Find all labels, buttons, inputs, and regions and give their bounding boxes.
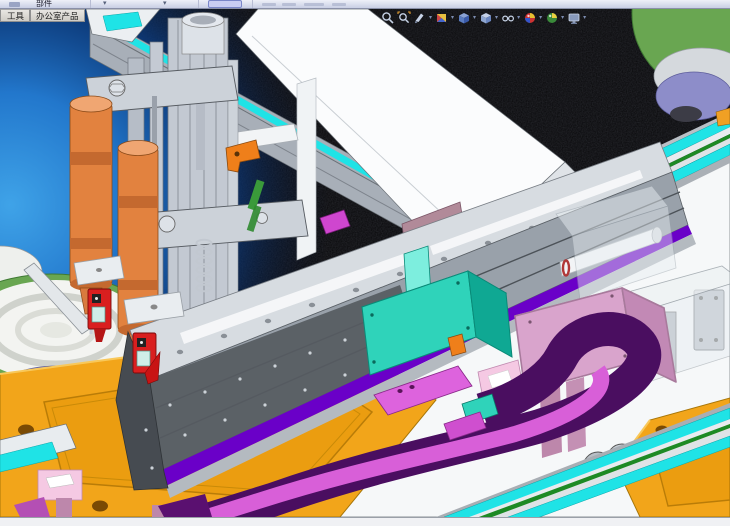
dropdown-caret[interactable]: ▾ (517, 11, 520, 25)
apply-scene-icon[interactable] (545, 11, 559, 25)
ribbon-separator (90, 0, 91, 8)
dropdown-caret[interactable]: ▾ (473, 11, 476, 25)
ribbon-button-fragment[interactable] (262, 3, 276, 6)
dropdown-caret[interactable]: ▾ (451, 11, 454, 25)
section-view-icon[interactable] (435, 11, 449, 25)
dropdown-caret[interactable]: ▾ (103, 0, 107, 8)
dropdown-caret[interactable]: ▾ (583, 11, 586, 25)
headsup-view-toolbar: ▾ ▾ ▾ ▾ ▾ ▾ ▾ ▾ (381, 11, 587, 25)
dropdown-caret[interactable]: ▾ (495, 11, 498, 25)
hide-show-items-icon[interactable] (501, 11, 515, 25)
ribbon-active-button[interactable] (208, 0, 242, 8)
ribbon-button-fragment[interactable] (304, 3, 324, 6)
ribbon-separator (252, 0, 253, 8)
status-bar (0, 517, 730, 526)
viewport-3d[interactable] (0, 0, 730, 526)
dropdown-caret[interactable]: ▾ (429, 11, 432, 25)
cad-application-window: 部件 ▾ ▾ 工具 办公室产品 ▾ ▾ ▾ ▾ (0, 0, 730, 526)
dropdown-caret[interactable]: ▾ (539, 11, 542, 25)
ribbon-button-fragment[interactable] (282, 3, 296, 6)
dropdown-caret[interactable]: ▾ (163, 0, 167, 8)
commandmanager-tabs: 工具 办公室产品 (0, 9, 85, 22)
tab-tools[interactable]: 工具 (0, 9, 30, 22)
ribbon-button-icon[interactable] (9, 2, 20, 7)
ribbon-button-fragment[interactable] (332, 3, 346, 6)
ribbon-strip: 部件 ▾ ▾ (0, 0, 730, 9)
display-style-icon[interactable] (479, 11, 493, 25)
dropdown-caret[interactable]: ▾ (561, 11, 564, 25)
tab-office-products[interactable]: 办公室产品 (30, 9, 85, 22)
zoom-to-area-icon[interactable] (397, 11, 411, 25)
edit-appearance-icon[interactable] (523, 11, 537, 25)
previous-view-icon[interactable] (413, 11, 427, 25)
view-orientation-icon[interactable] (457, 11, 471, 25)
component-button[interactable]: 部件 (36, 0, 52, 9)
zoom-to-fit-icon[interactable] (381, 11, 395, 25)
ribbon-separator (198, 0, 199, 8)
view-settings-icon[interactable] (567, 11, 581, 25)
